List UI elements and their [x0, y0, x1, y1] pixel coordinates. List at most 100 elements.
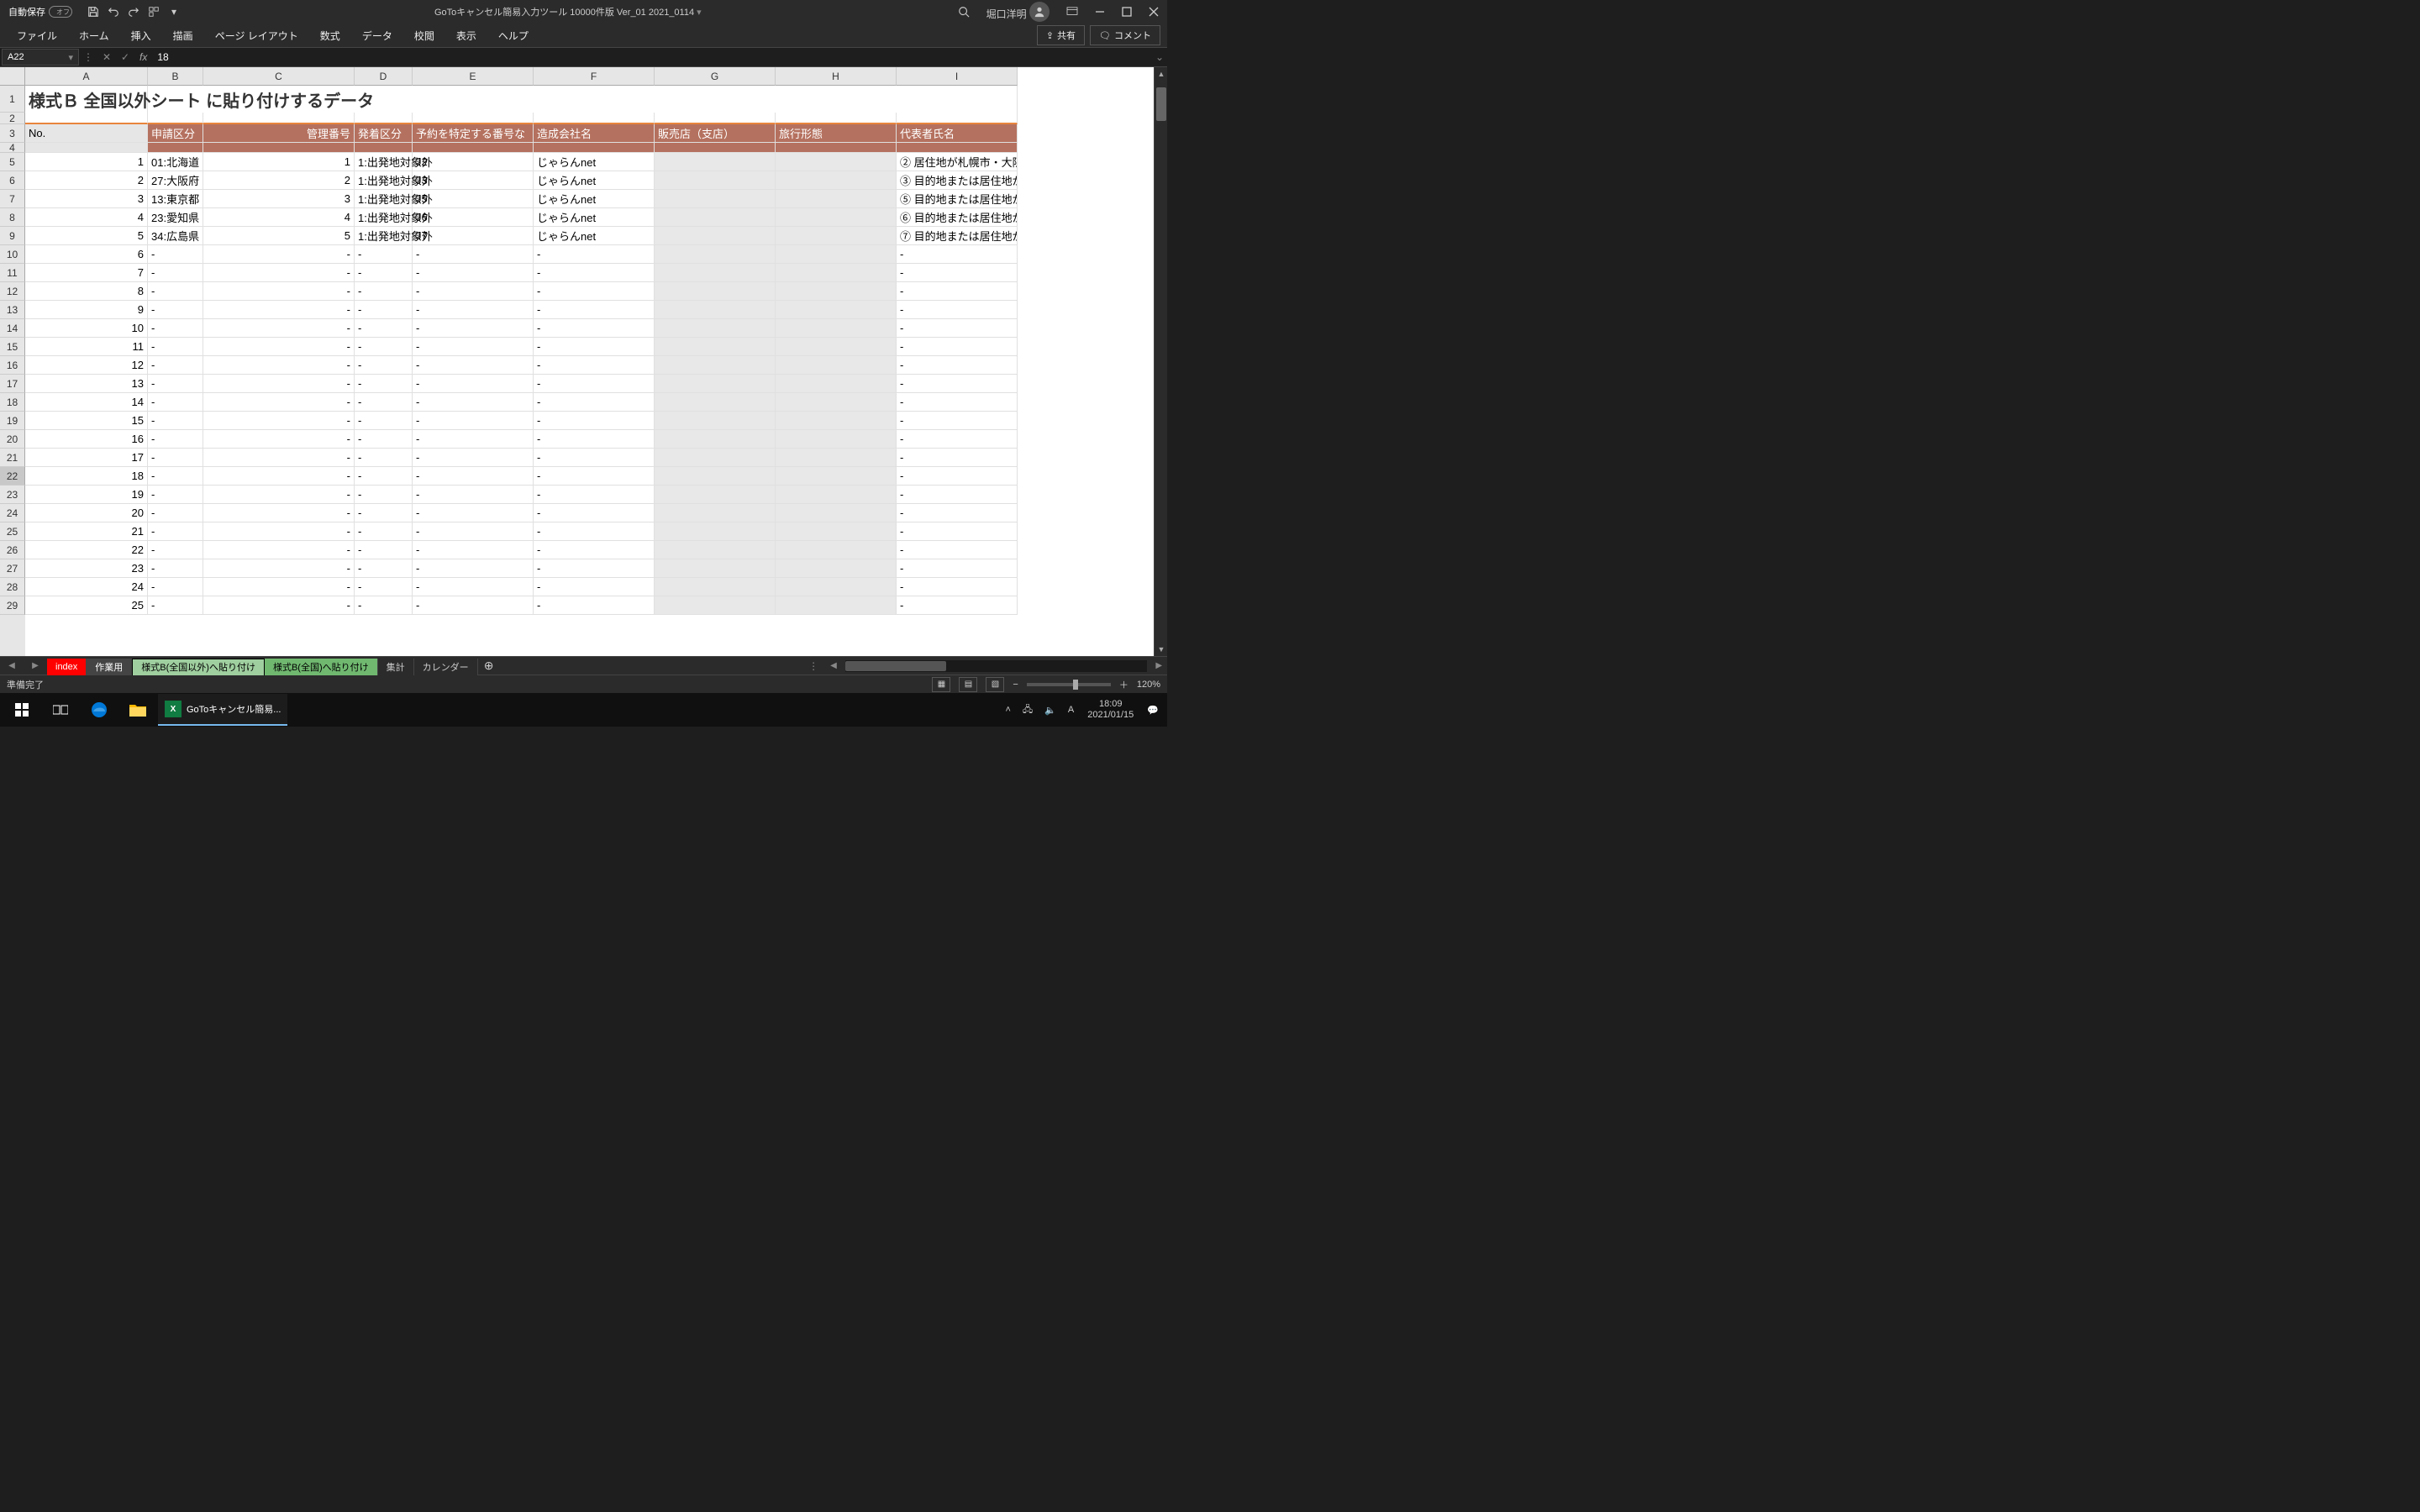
cell[interactable] — [655, 430, 776, 449]
cell[interactable]: - — [355, 412, 413, 430]
col-header[interactable]: D — [355, 67, 413, 86]
sheet-tab-active[interactable]: 様式B(全国以外)へ貼り付け — [132, 659, 265, 675]
cell[interactable]: 5 — [25, 227, 148, 245]
vertical-scrollbar[interactable]: ▲ ▼ — [1154, 67, 1167, 656]
cell[interactable]: - — [413, 264, 534, 282]
cell[interactable] — [776, 393, 897, 412]
cell[interactable]: ③ 目的地または居住地が札幌 — [897, 171, 1018, 190]
cell[interactable] — [655, 596, 776, 615]
cell[interactable]: 17 — [25, 449, 148, 467]
cell[interactable] — [776, 504, 897, 522]
cell[interactable]: - — [355, 393, 413, 412]
cell[interactable] — [776, 596, 897, 615]
zoom-out-icon[interactable]: − — [1013, 680, 1018, 690]
cell[interactable]: - — [148, 338, 203, 356]
row-header[interactable]: 7 — [0, 190, 25, 208]
cell[interactable]: - — [355, 522, 413, 541]
cell[interactable]: 1:出発地対象外 — [355, 227, 413, 245]
cell[interactable]: - — [203, 449, 355, 467]
cell[interactable]: - — [355, 356, 413, 375]
tab-help[interactable]: ヘルプ — [488, 24, 539, 48]
row-header[interactable]: 1 — [0, 86, 25, 113]
cell[interactable]: - — [413, 504, 534, 522]
col-header[interactable]: C — [203, 67, 355, 86]
hdr-shop[interactable]: 販売店（支店） — [655, 124, 776, 143]
row-header[interactable]: 17 — [0, 375, 25, 393]
cell[interactable] — [655, 541, 776, 559]
cell[interactable]: - — [413, 319, 534, 338]
cell[interactable] — [655, 190, 776, 208]
sheet-tab-work[interactable]: 作業用 — [87, 659, 132, 675]
expand-formula-bar-icon[interactable]: ⌄ — [1152, 51, 1167, 63]
row-header[interactable]: 21 — [0, 449, 25, 467]
cell[interactable] — [655, 522, 776, 541]
cell[interactable]: 24 — [25, 578, 148, 596]
task-view-icon[interactable] — [42, 694, 79, 726]
row-header[interactable]: 26 — [0, 541, 25, 559]
cell[interactable]: じゃらんnet — [534, 190, 655, 208]
cell[interactable]: - — [897, 578, 1018, 596]
notification-icon[interactable]: 💬 — [1142, 705, 1164, 716]
zoom-slider[interactable] — [1027, 683, 1111, 686]
cell[interactable]: じゃらんnet — [534, 153, 655, 171]
cell[interactable]: 2 — [203, 171, 355, 190]
cell[interactable]: - — [355, 338, 413, 356]
cell[interactable]: - — [413, 596, 534, 615]
cell[interactable]: J7 — [413, 227, 534, 245]
cell[interactable]: - — [355, 596, 413, 615]
hdr-form[interactable]: 旅行形態 — [776, 124, 897, 143]
cell[interactable]: - — [355, 375, 413, 393]
cell[interactable] — [655, 412, 776, 430]
hdr-rep[interactable]: 代表者氏名 — [897, 124, 1018, 143]
cell[interactable]: - — [413, 559, 534, 578]
scroll-down-icon[interactable]: ▼ — [1155, 643, 1168, 656]
cell[interactable]: - — [534, 486, 655, 504]
cell[interactable]: - — [897, 541, 1018, 559]
row-header[interactable]: 22 — [0, 467, 25, 486]
cell[interactable]: - — [148, 264, 203, 282]
cell[interactable]: - — [897, 319, 1018, 338]
sheet-next-icon[interactable]: ▶ — [32, 661, 39, 670]
cell[interactable]: 23 — [25, 559, 148, 578]
cell[interactable]: - — [534, 264, 655, 282]
cell[interactable] — [776, 227, 897, 245]
col-header[interactable]: A — [25, 67, 148, 86]
cell[interactable]: - — [148, 504, 203, 522]
maximize-button[interactable] — [1117, 3, 1137, 20]
cell[interactable] — [776, 338, 897, 356]
cell[interactable]: J5 — [413, 190, 534, 208]
cell[interactable] — [655, 393, 776, 412]
cell[interactable]: - — [534, 467, 655, 486]
tab-data[interactable]: データ — [352, 24, 402, 48]
tab-home[interactable]: ホーム — [69, 24, 119, 48]
cell[interactable]: - — [413, 282, 534, 301]
cell[interactable]: 19 — [25, 486, 148, 504]
cell[interactable]: 01:北海道 — [148, 153, 203, 171]
cell[interactable]: - — [355, 319, 413, 338]
sheet-tab-sum[interactable]: 集計 — [378, 659, 414, 675]
user-account[interactable]: 堀口洋明 — [981, 0, 1055, 25]
cell[interactable]: 13:東京都 — [148, 190, 203, 208]
cell[interactable]: 12 — [25, 356, 148, 375]
cell[interactable]: - — [534, 430, 655, 449]
cell[interactable]: - — [534, 596, 655, 615]
hdr-mgmt[interactable]: 管理番号 — [203, 124, 355, 143]
cell[interactable]: - — [148, 430, 203, 449]
cell[interactable]: - — [413, 486, 534, 504]
cell[interactable] — [655, 486, 776, 504]
tab-draw[interactable]: 描画 — [163, 24, 203, 48]
cell[interactable]: - — [413, 375, 534, 393]
cell[interactable]: - — [413, 449, 534, 467]
cell[interactable] — [776, 282, 897, 301]
tray-ime-icon[interactable]: A — [1063, 705, 1079, 715]
taskbar-app-excel[interactable]: X GoToキャンセル簡易... — [158, 694, 287, 726]
undo-icon[interactable] — [104, 3, 123, 21]
cell[interactable]: じゃらんnet — [534, 227, 655, 245]
cell[interactable]: - — [148, 467, 203, 486]
row-header[interactable]: 27 — [0, 559, 25, 578]
grid-body[interactable]: A B C D E F G H I 様式Ｂ 全国以外シート に貼り付けするデータ — [25, 67, 1154, 656]
cell[interactable]: - — [897, 245, 1018, 264]
cell[interactable]: - — [897, 301, 1018, 319]
hscroll-thumb[interactable] — [845, 661, 946, 671]
cell[interactable] — [655, 227, 776, 245]
